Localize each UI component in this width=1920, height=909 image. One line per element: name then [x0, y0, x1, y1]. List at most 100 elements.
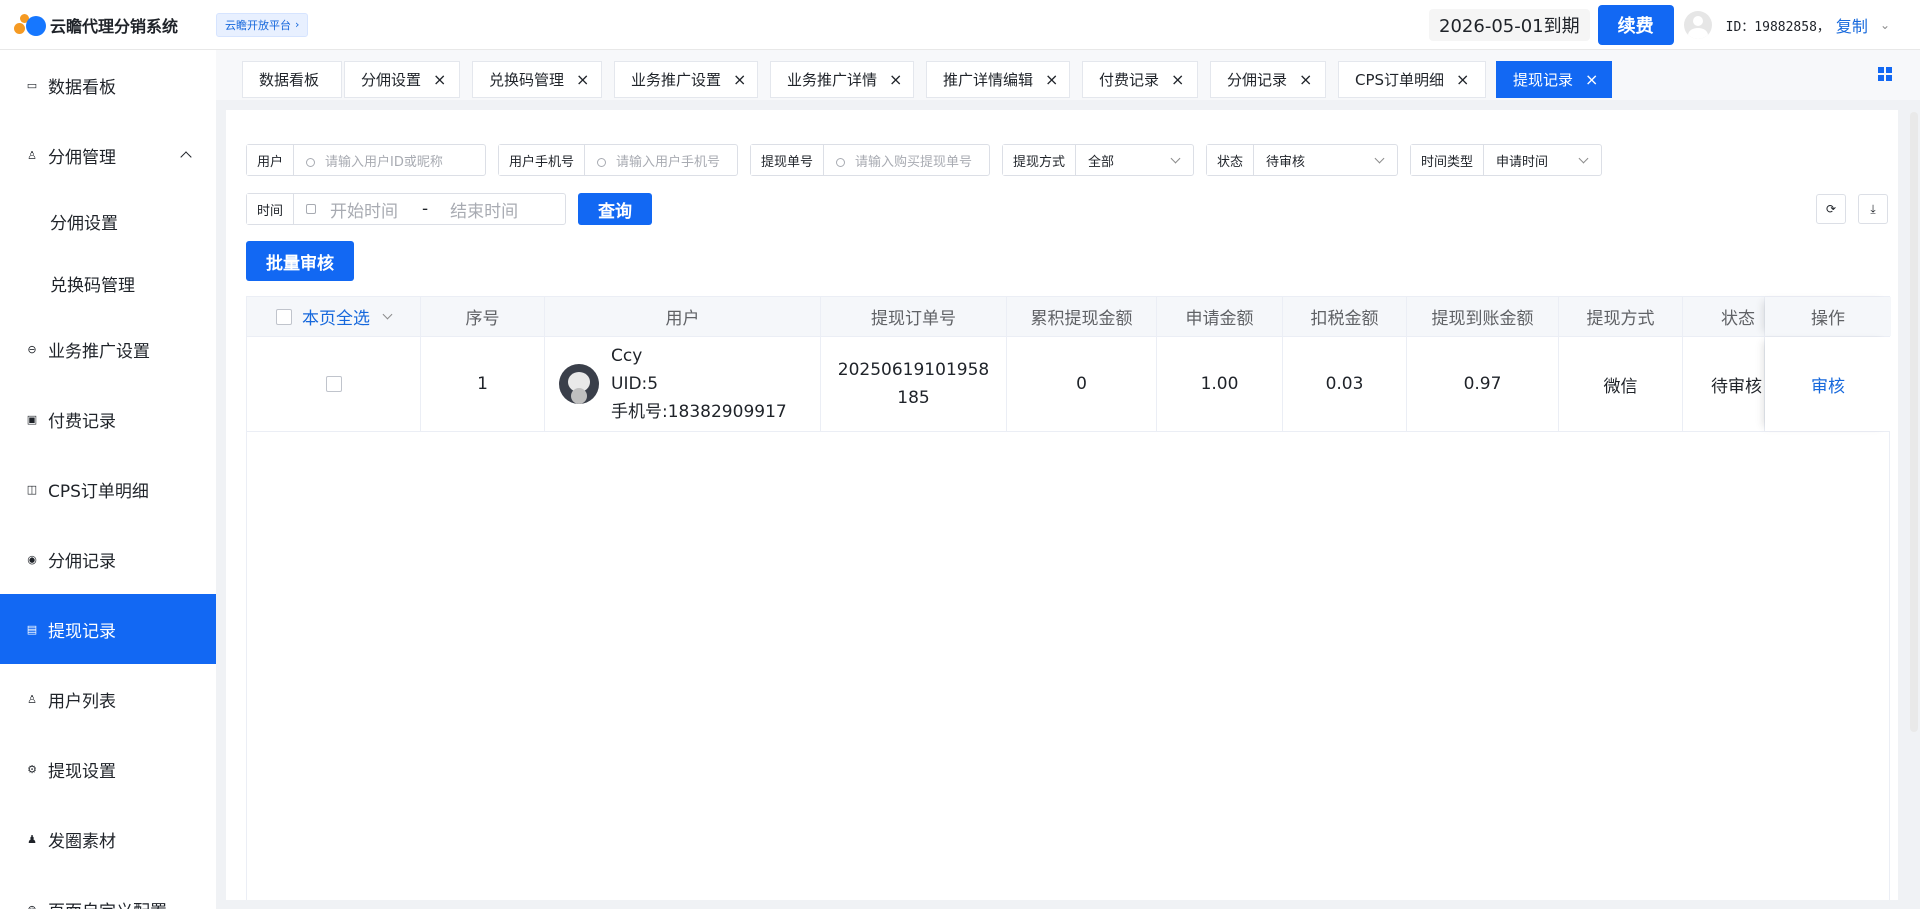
col-status: 状态: [1683, 297, 1765, 336]
chevron-down-icon: [1578, 153, 1589, 163]
sidebar-item-payment-records[interactable]: ▣ 付费记录: [0, 384, 216, 454]
sidebar-item-redeem-codes[interactable]: 兑换码管理: [0, 252, 216, 314]
user-uid: UID:5: [611, 374, 659, 394]
time-type-filter[interactable]: 时间类型 申请时间: [1410, 144, 1602, 176]
row-order-no-cell: 20250619101958185: [821, 337, 1007, 431]
tab-promotion-settings[interactable]: 业务推广设置 ×: [614, 61, 758, 98]
download-icon[interactable]: ⤓: [1858, 194, 1888, 224]
account-id: ID：19882858，: [1725, 19, 1830, 35]
select-all-label[interactable]: 本页全选: [302, 304, 370, 329]
tab-promotion-edit[interactable]: 推广详情编辑 ×: [926, 61, 1070, 98]
row-select-cell[interactable]: [247, 337, 421, 431]
phone-search-input[interactable]: 请输入用户手机号: [585, 151, 737, 170]
phone-filter-label: 用户手机号: [499, 145, 586, 175]
tab-cps-orders[interactable]: CPS订单明细 ×: [1338, 61, 1486, 98]
sidebar-item-commission-records[interactable]: ◉ 分佣记录: [0, 524, 216, 594]
time-filter-label: 时间: [247, 194, 295, 224]
end-date-input[interactable]: 结束时间: [450, 197, 518, 222]
user-filter: 用户 请输入用户ID或昵称: [246, 144, 486, 176]
sidebar-item-share-material[interactable]: ♟ 发圈素材: [0, 804, 216, 874]
col-received: 提现到账金额: [1407, 297, 1559, 336]
user-name: Ccy: [611, 346, 643, 366]
user-icon: ♙: [27, 148, 37, 162]
col-method: 提现方式: [1559, 297, 1683, 336]
sidebar-item-promotion-settings[interactable]: ⊖ 业务推广设置: [0, 314, 216, 384]
sidebar-item-label: 付费记录: [48, 411, 116, 432]
scrollbar[interactable]: [1910, 112, 1918, 732]
renew-button[interactable]: 续费: [1597, 5, 1674, 45]
row-method: 微信: [1559, 337, 1683, 431]
tab-label: 提现记录: [1513, 71, 1574, 89]
chevron-down-icon: [1170, 153, 1181, 163]
sidebar-item-user-list[interactable]: ♙ 用户列表: [0, 664, 216, 734]
close-icon[interactable]: ×: [1299, 70, 1312, 89]
receipt-icon: ▣: [26, 412, 38, 426]
logo-icon: [14, 13, 48, 36]
close-icon[interactable]: ×: [889, 70, 902, 89]
close-icon[interactable]: ×: [1171, 70, 1184, 89]
close-icon[interactable]: ×: [733, 70, 746, 89]
tab-promotion-details[interactable]: 业务推广详情 ×: [770, 61, 914, 98]
withdraw-table: 本页全选 序号 用户 提现订单号 累积提现金额 申请金额 扣税金额 提现到账金额…: [246, 296, 1891, 900]
user-search-input[interactable]: 请输入用户ID或昵称: [294, 151, 485, 170]
refresh-icon[interactable]: ⟳: [1816, 194, 1846, 224]
audit-link[interactable]: 审核: [1811, 372, 1845, 397]
user-info: Ccy UID:5 手机号:18382909917: [611, 342, 787, 426]
open-platform-link[interactable]: 云瞻开放平台 ›: [216, 12, 309, 37]
select-all-checkbox[interactable]: [276, 308, 292, 325]
close-icon[interactable]: ×: [1045, 70, 1058, 89]
user-avatar-icon[interactable]: [1683, 11, 1712, 39]
select-all-cell[interactable]: 本页全选: [247, 297, 421, 336]
calendar-icon: [306, 204, 317, 214]
sidebar-item-label: 提现记录: [48, 621, 116, 642]
tab-redeem-codes[interactable]: 兑换码管理 ×: [472, 61, 602, 98]
sidebar-item-commission-settings[interactable]: 分佣设置: [0, 190, 216, 252]
col-index: 序号: [421, 297, 545, 336]
sidebar-item-commission-mgmt[interactable]: ♙ 分佣管理: [0, 120, 216, 190]
copy-id-link[interactable]: 复制: [1836, 13, 1868, 37]
tab-label: CPS订单明细: [1355, 71, 1445, 89]
close-icon[interactable]: ×: [1456, 70, 1469, 89]
close-icon[interactable]: ×: [433, 70, 446, 89]
method-filter[interactable]: 提现方式 全部: [1002, 144, 1194, 176]
top-header: 云瞻代理分销系统 云瞻开放平台 › 2026-05-01到期 续费 ID：198…: [0, 0, 1920, 50]
tab-label: 业务推广设置: [631, 71, 722, 89]
avatar: [559, 364, 599, 404]
close-icon[interactable]: ×: [1585, 70, 1598, 89]
order-search-input[interactable]: 请输入购买提现单号: [824, 151, 989, 170]
status-filter[interactable]: 状态 待审核: [1206, 144, 1398, 176]
query-button[interactable]: 查询: [578, 193, 652, 225]
row-action-cell: 审核: [1765, 337, 1891, 431]
row-checkbox[interactable]: [325, 376, 342, 392]
tab-dashboard[interactable]: 数据看板: [242, 61, 342, 98]
sidebar-item-withdraw-settings[interactable]: ⚙ 提现设置: [0, 734, 216, 804]
tab-withdraw-records[interactable]: 提现记录 ×: [1496, 61, 1612, 98]
main-content: 用户 请输入用户ID或昵称 用户手机号 请输入用户手机号 提现单号 请输入购买提…: [226, 110, 1898, 900]
batch-audit-button[interactable]: 批量审核: [246, 241, 354, 281]
sidebar-item-dashboard[interactable]: ▭ 数据看板: [0, 50, 216, 120]
col-action: 操作: [1765, 297, 1891, 336]
sidebar-item-label: CPS订单明细: [48, 481, 149, 502]
start-date-input[interactable]: 开始时间: [330, 197, 398, 222]
target-icon: ◉: [27, 552, 37, 566]
tab-commission-records[interactable]: 分佣记录 ×: [1210, 61, 1326, 98]
promotion-icon: ⊖: [27, 342, 37, 356]
method-filter-label: 提现方式: [1003, 145, 1077, 175]
row-apply-amount: 1.00: [1157, 337, 1283, 431]
date-range-picker[interactable]: 开始时间 - 结束时间: [294, 197, 565, 222]
time-type-value: 申请时间: [1496, 154, 1549, 170]
close-icon[interactable]: ×: [576, 70, 589, 89]
tab-payment-records[interactable]: 付费记录 ×: [1082, 61, 1198, 98]
sidebar-item-cps-orders[interactable]: ◫ CPS订单明细: [0, 454, 216, 524]
row-index: 1: [421, 337, 545, 431]
sidebar-item-label: 分佣记录: [48, 551, 116, 572]
chevron-down-icon[interactable]: ⌄: [1880, 18, 1890, 32]
file-icon: ▤: [26, 622, 38, 636]
row-status: 待审核: [1683, 337, 1765, 431]
chevron-down-icon[interactable]: [382, 309, 393, 320]
grid-icon[interactable]: [1878, 67, 1892, 81]
sidebar-item-page-config[interactable]: ⊛ 页面自定义配置: [0, 874, 216, 909]
sidebar-item-withdraw-records[interactable]: ▤ 提现记录: [0, 594, 216, 664]
tab-commission-settings[interactable]: 分佣设置 ×: [344, 61, 460, 98]
sidebar-item-label: 业务推广设置: [48, 341, 150, 362]
